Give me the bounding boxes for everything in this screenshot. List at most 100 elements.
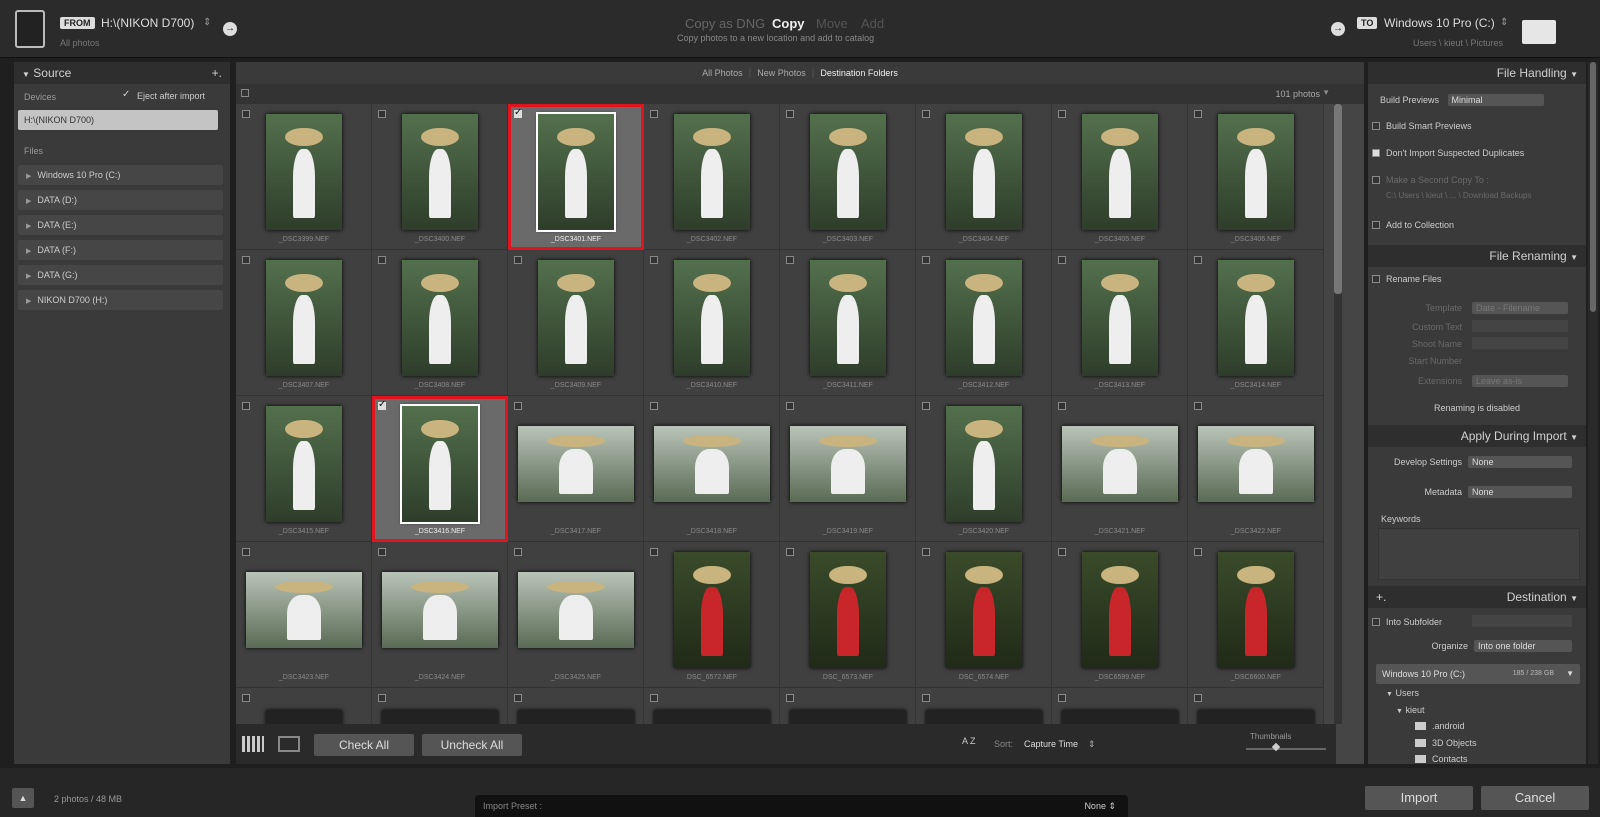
thumbnail-cell[interactable] — [236, 688, 372, 724]
rename-files-checkbox[interactable] — [1372, 275, 1380, 283]
collapse-up-icon[interactable]: ▲ — [12, 788, 34, 808]
destination-dropdown-icon[interactable]: ⇕ — [1500, 17, 1508, 28]
photo-thumbnail[interactable] — [1218, 552, 1294, 668]
photo-thumbnail[interactable] — [266, 114, 342, 230]
photo-thumbnail[interactable] — [1198, 426, 1314, 502]
photo-thumbnail[interactable] — [654, 710, 770, 724]
thumbnail-cell[interactable]: _DSC3401.NEF — [508, 104, 644, 250]
sort-dropdown-icon[interactable]: ⇕ — [1088, 739, 1096, 750]
folder-contacts[interactable]: Contacts — [1432, 754, 1468, 764]
source-panel-header[interactable]: ▼ Source +. — [14, 62, 230, 84]
thumbnail-cell[interactable] — [780, 688, 916, 724]
photo-thumbnail[interactable] — [1218, 114, 1294, 230]
apply-during-import-header[interactable]: Apply During Import ▼ — [1368, 425, 1586, 447]
photo-thumbnail[interactable] — [674, 260, 750, 376]
photo-thumbnail[interactable] — [1082, 260, 1158, 376]
thumbnail-checkbox[interactable] — [378, 694, 386, 702]
thumbnail-cell[interactable]: _DSC3403.NEF — [780, 104, 916, 250]
thumbnail-checkbox[interactable] — [922, 110, 930, 118]
add-destination-icon[interactable]: +. — [1376, 590, 1386, 604]
thumbnail-checkbox[interactable] — [1194, 402, 1202, 410]
thumbnail-checkbox[interactable] — [650, 110, 658, 118]
subfolder-name-input[interactable] — [1472, 615, 1572, 627]
thumbnail-checkbox[interactable] — [786, 548, 794, 556]
photo-thumbnail[interactable] — [654, 426, 770, 502]
thumbnail-cell[interactable]: _DSC3414.NEF — [1188, 250, 1324, 396]
thumbnail-cell[interactable]: _DSC3405.NEF — [1052, 104, 1188, 250]
thumbnail-checkbox[interactable] — [1194, 256, 1202, 264]
folder-kieut[interactable]: kieut — [1405, 705, 1424, 715]
photo-thumbnail[interactable] — [810, 114, 886, 230]
thumbnail-checkbox[interactable] — [786, 694, 794, 702]
dont-import-duplicates-checkbox[interactable] — [1372, 149, 1380, 157]
photo-thumbnail[interactable] — [402, 114, 478, 230]
thumbnail-checkbox[interactable] — [1194, 694, 1202, 702]
drive-item[interactable]: DATA (G:) — [18, 265, 223, 285]
second-copy-path[interactable]: C:\ Users \ kieut \ ... \ Download Backu… — [1386, 191, 1591, 200]
thumbnail-cell[interactable]: _DSC3411.NEF — [780, 250, 916, 396]
second-copy-checkbox[interactable] — [1372, 176, 1380, 184]
thumbnail-cell[interactable]: _DSC3423.NEF — [236, 542, 372, 688]
thumbnail-cell[interactable]: _DSC3420.NEF — [916, 396, 1052, 542]
photo-thumbnail[interactable] — [926, 710, 1042, 724]
photo-thumbnail[interactable] — [382, 710, 498, 724]
thumbnail-cell[interactable]: _DSC3408.NEF — [372, 250, 508, 396]
chevron-down-icon[interactable]: ▼ — [1566, 664, 1574, 684]
thumbnail-checkbox[interactable] — [1058, 256, 1066, 264]
mode-copy-as-dng[interactable]: Copy as DNG — [685, 16, 765, 31]
file-renaming-header[interactable]: File Renaming ▼ — [1368, 245, 1586, 267]
file-handling-header[interactable]: File Handling ▼ — [1368, 62, 1586, 84]
thumbnail-cell[interactable]: _DSC3421.NEF — [1052, 396, 1188, 542]
photo-thumbnail[interactable] — [1218, 260, 1294, 376]
thumbnail-checkbox[interactable] — [378, 548, 386, 556]
thumbnail-checkbox[interactable] — [786, 110, 794, 118]
chevron-down-icon[interactable]: ▼ — [1322, 88, 1330, 97]
thumbnail-checkbox[interactable] — [514, 694, 522, 702]
thumbnail-checkbox[interactable] — [650, 402, 658, 410]
drive-item[interactable]: DATA (F:) — [18, 240, 223, 260]
drive-item[interactable]: Windows 10 Pro (C:) — [18, 165, 223, 185]
thumbnail-cell[interactable]: DSC_6573.NEF — [780, 542, 916, 688]
thumbnail-checkbox[interactable] — [514, 256, 522, 264]
thumbnail-checkbox[interactable] — [1058, 548, 1066, 556]
photo-thumbnail[interactable] — [946, 406, 1022, 522]
add-to-collection-checkbox[interactable] — [1372, 221, 1380, 229]
check-all-button[interactable]: Check All — [314, 734, 414, 756]
folder-3d-objects[interactable]: 3D Objects — [1432, 738, 1477, 748]
thumbnail-cell[interactable]: _DSC3415.NEF — [236, 396, 372, 542]
photo-thumbnail[interactable] — [790, 710, 906, 724]
loupe-view-icon[interactable] — [278, 736, 300, 752]
thumbnail-checkbox[interactable] — [650, 548, 658, 556]
photo-thumbnail[interactable] — [946, 552, 1022, 668]
metadata-dropdown[interactable]: None — [1468, 486, 1572, 498]
thumbnail-cell[interactable]: _DSC3422.NEF — [1188, 396, 1324, 542]
photo-thumbnail[interactable] — [1082, 114, 1158, 230]
folder-users[interactable]: Users — [1395, 688, 1419, 698]
thumbnail-cell[interactable]: DSC_6574.NEF — [916, 542, 1052, 688]
sort-value[interactable]: Capture Time — [1024, 739, 1078, 749]
organize-dropdown[interactable]: Into one folder — [1474, 640, 1572, 652]
destination-volume[interactable]: Windows 10 Pro (C:) 185 / 238 GB ▼ — [1376, 664, 1580, 684]
photo-thumbnail[interactable] — [400, 404, 480, 524]
build-previews-dropdown[interactable]: Minimal — [1447, 94, 1544, 106]
photo-thumbnail[interactable] — [674, 552, 750, 668]
select-all-checkbox[interactable] — [241, 89, 249, 97]
tab-all-photos[interactable]: All Photos — [696, 68, 749, 78]
thumbnail-checkbox[interactable] — [650, 694, 658, 702]
thumbnail-cell[interactable] — [508, 688, 644, 724]
grid-view-icon[interactable] — [242, 736, 264, 752]
thumbnail-cell[interactable] — [644, 688, 780, 724]
photo-thumbnail[interactable] — [1062, 426, 1178, 502]
thumbnail-cell[interactable]: _DSC3409.NEF — [508, 250, 644, 396]
thumbnail-checkbox[interactable] — [242, 110, 250, 118]
keywords-input[interactable] — [1378, 528, 1580, 580]
thumbnail-cell[interactable]: _DSC3399.NEF — [236, 104, 372, 250]
thumbnail-cell[interactable]: _DSC3412.NEF — [916, 250, 1052, 396]
thumbnail-cell[interactable]: _DSC3407.NEF — [236, 250, 372, 396]
photo-thumbnail[interactable] — [266, 260, 342, 376]
source-dropdown-icon[interactable]: ⇕ — [203, 17, 211, 28]
import-preset-bar[interactable]: Import Preset : None ⇕ — [475, 795, 1128, 817]
photo-thumbnail[interactable] — [518, 572, 634, 648]
drive-item[interactable]: DATA (E:) — [18, 215, 223, 235]
mode-move[interactable]: Move — [816, 16, 848, 31]
